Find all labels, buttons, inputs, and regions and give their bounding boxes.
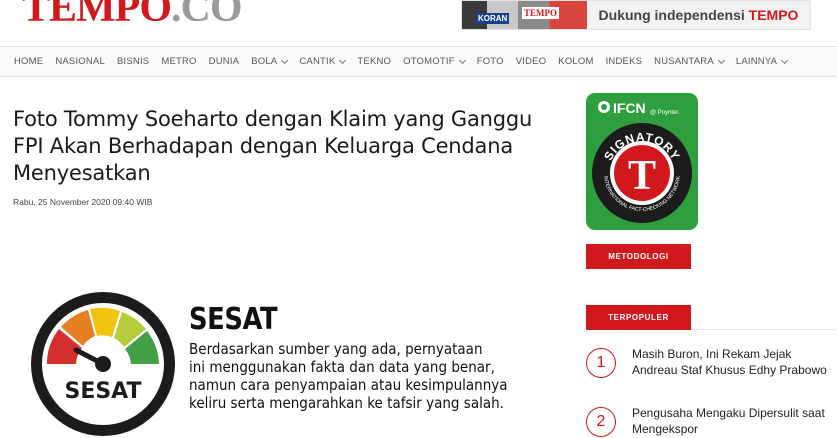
nav-item-tekno[interactable]: TEKNO <box>351 56 397 67</box>
ad-banner[interactable]: KORAN TEMPO Dukung independensi TEMPO <box>461 0 811 30</box>
nav-item-video[interactable]: VIDEO <box>510 56 553 67</box>
popular-rank-badge: 2 <box>586 407 616 437</box>
popular-rank-badge: 1 <box>586 348 616 378</box>
nav-item-label: CANTIK <box>299 56 336 67</box>
verdict-line: namun cara penyampaian atau kesimpulanny… <box>189 376 508 394</box>
ifcn-signatory-badge[interactable]: IFCN @ Poynter. SIGNATORY INTERNATIONAL … <box>586 93 698 230</box>
verdict-line: keliru serta mengarahkan ke tafsir yang … <box>189 394 504 412</box>
logo-suffix-text: .CO <box>171 0 242 31</box>
popular-item[interactable]: 2 Pengusaha Mengaku Dipersulit saat Meng… <box>586 405 837 437</box>
nav-item-label: VIDEO <box>515 56 547 67</box>
verdict-line: Berdasarkan sumber yang ada, pernyataan <box>189 340 483 358</box>
nav-item-bola[interactable]: BOLA <box>245 56 293 67</box>
nav-item-home[interactable]: HOME <box>8 56 49 67</box>
nav-item-otomotif[interactable]: OTOMOTIF <box>397 56 471 67</box>
banner-paper-label-2: TEMPO <box>522 7 559 19</box>
chevron-down-icon <box>717 56 725 64</box>
terpopuler-heading: TERPOPULER <box>586 305 691 330</box>
nav-item-nusantara[interactable]: NUSANTARA <box>648 56 730 67</box>
article-date: Rabu, 25 November 2020 09:40 WIB <box>13 197 153 207</box>
verdict-gauge-icon: SESAT <box>31 292 175 436</box>
nav-item-metro[interactable]: METRO <box>155 56 202 67</box>
nav-item-dunia[interactable]: DUNIA <box>203 56 246 67</box>
nav-item-nasional[interactable]: NASIONAL <box>49 56 111 67</box>
nav-item-label: INDEKS <box>605 56 643 67</box>
banner-paper-label-1: KORAN <box>476 13 510 24</box>
main-nav: HOME NASIONAL BISNIS METRO DUNIA BOLA CANTIK TE… <box>0 46 837 77</box>
terpopuler-divider <box>691 329 837 330</box>
chevron-down-icon <box>339 56 347 64</box>
popular-item[interactable]: 1 Masih Buron, Ini Rekam Jejak Andreau S… <box>586 346 837 378</box>
popular-item-title[interactable]: Pengusaha Mengaku Dipersulit saat Mengek… <box>632 405 837 437</box>
logo-main-text: TEMPO <box>22 0 172 31</box>
metodologi-button[interactable]: METODOLOGI <box>586 244 691 269</box>
nav-item-label: NASIONAL <box>55 56 105 67</box>
chevron-down-icon <box>281 56 289 64</box>
nav-item-foto[interactable]: FOTO <box>471 56 510 67</box>
nav-item-label: OTOMOTIF <box>403 56 455 67</box>
ifcn-by-label: @ Poynter. <box>650 110 680 116</box>
banner-newspapers-image: KORAN TEMPO <box>462 1 587 29</box>
nav-item-label: KOLOM <box>558 56 594 67</box>
nav-item-label: BISNIS <box>116 56 150 67</box>
nav-item-indeks[interactable]: INDEKS <box>600 56 649 67</box>
nav-item-label: BOLA <box>251 56 278 67</box>
nav-item-label: LAINNYA <box>735 56 778 67</box>
verdict-line: ini menggunakan fakta dan data yang bena… <box>189 358 495 376</box>
nav-item-label: NUSANTARA <box>654 56 714 67</box>
article-title: Foto Tommy Soeharto dengan Klaim yang Ga… <box>13 107 533 185</box>
verdict-heading: SESAT <box>189 302 278 337</box>
nav-item-cantik[interactable]: CANTIK <box>293 56 351 67</box>
nav-item-label: HOME <box>14 56 44 67</box>
chevron-down-icon <box>458 56 466 64</box>
nav-item-label: TEKNO <box>357 56 392 67</box>
ifcn-letter: T <box>628 153 656 199</box>
banner-tagline: Dukung independensi TEMPO <box>587 7 810 23</box>
nav-item-label: METRO <box>161 56 197 67</box>
chevron-down-icon <box>781 56 789 64</box>
nav-item-lainnya[interactable]: LAINNYA <box>730 56 793 67</box>
banner-tagline-text: Dukung independensi <box>598 7 745 23</box>
popular-item-title[interactable]: Masih Buron, Ini Rekam Jejak Andreau Sta… <box>632 346 837 378</box>
nav-item-label: DUNIA <box>208 56 240 67</box>
verdict-description: Berdasarkan sumber yang ada, pernyataan … <box>189 340 513 412</box>
tempo-logo[interactable]: TEMPO.CO <box>22 0 242 30</box>
gauge-label: SESAT <box>64 379 141 404</box>
nav-item-label: FOTO <box>476 56 504 67</box>
nav-item-kolom[interactable]: KOLOM <box>552 56 599 67</box>
banner-tagline-brand: TEMPO <box>748 7 799 23</box>
ifcn-org-label: IFCN <box>613 100 646 116</box>
nav-item-bisnis[interactable]: BISNIS <box>111 56 155 67</box>
